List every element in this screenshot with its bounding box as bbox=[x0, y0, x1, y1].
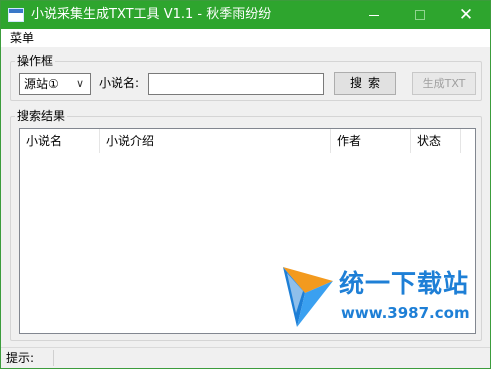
maximize-icon bbox=[415, 10, 425, 20]
watermark-logo-icon bbox=[283, 267, 333, 327]
menu-item-main[interactable]: 菜单 bbox=[10, 30, 34, 46]
column-header-novel-name[interactable]: 小说名 bbox=[20, 129, 100, 153]
search-button[interactable]: 搜索 bbox=[334, 72, 396, 95]
generate-txt-button: 生成TXT bbox=[412, 72, 476, 95]
title-bar[interactable]: 小说采集生成TXT工具 V1.1 - 秋季雨纷纷 ✕ bbox=[1, 1, 490, 29]
column-header-author[interactable]: 作者 bbox=[331, 129, 411, 153]
chevron-down-icon: ∨ bbox=[75, 77, 84, 90]
status-separator bbox=[53, 350, 54, 366]
menu-bar: 菜单 bbox=[1, 29, 490, 47]
app-window: 小说采集生成TXT工具 V1.1 - 秋季雨纷纷 ✕ 菜单 操作框 源站① ∨ … bbox=[0, 0, 491, 369]
minimize-icon bbox=[369, 15, 379, 16]
watermark-url: www.3987.com bbox=[341, 304, 470, 322]
app-icon bbox=[8, 8, 24, 22]
maximize-button bbox=[397, 1, 443, 29]
column-header-description[interactable]: 小说介绍 bbox=[100, 129, 331, 153]
status-bar: 提示: bbox=[1, 347, 490, 368]
results-list-header: 小说名 小说介绍 作者 状态 bbox=[20, 129, 475, 153]
operations-group-title: 操作框 bbox=[15, 54, 56, 68]
watermark: 统一下载站 www.3987.com bbox=[281, 263, 477, 335]
column-header-status[interactable]: 状态 bbox=[411, 129, 461, 153]
results-group-title: 搜索结果 bbox=[15, 109, 68, 123]
source-select[interactable]: 源站① ∨ bbox=[19, 73, 91, 95]
close-button[interactable]: ✕ bbox=[443, 1, 489, 29]
novel-name-input[interactable] bbox=[148, 73, 324, 95]
minimize-button[interactable] bbox=[351, 1, 397, 29]
close-icon: ✕ bbox=[458, 5, 474, 25]
window-title: 小说采集生成TXT工具 V1.1 - 秋季雨纷纷 bbox=[31, 7, 272, 22]
novel-name-label: 小说名: bbox=[99, 76, 140, 90]
watermark-title: 统一下载站 bbox=[339, 269, 470, 298]
source-select-value: 源站① bbox=[24, 77, 59, 91]
status-label: 提示: bbox=[6, 351, 35, 365]
